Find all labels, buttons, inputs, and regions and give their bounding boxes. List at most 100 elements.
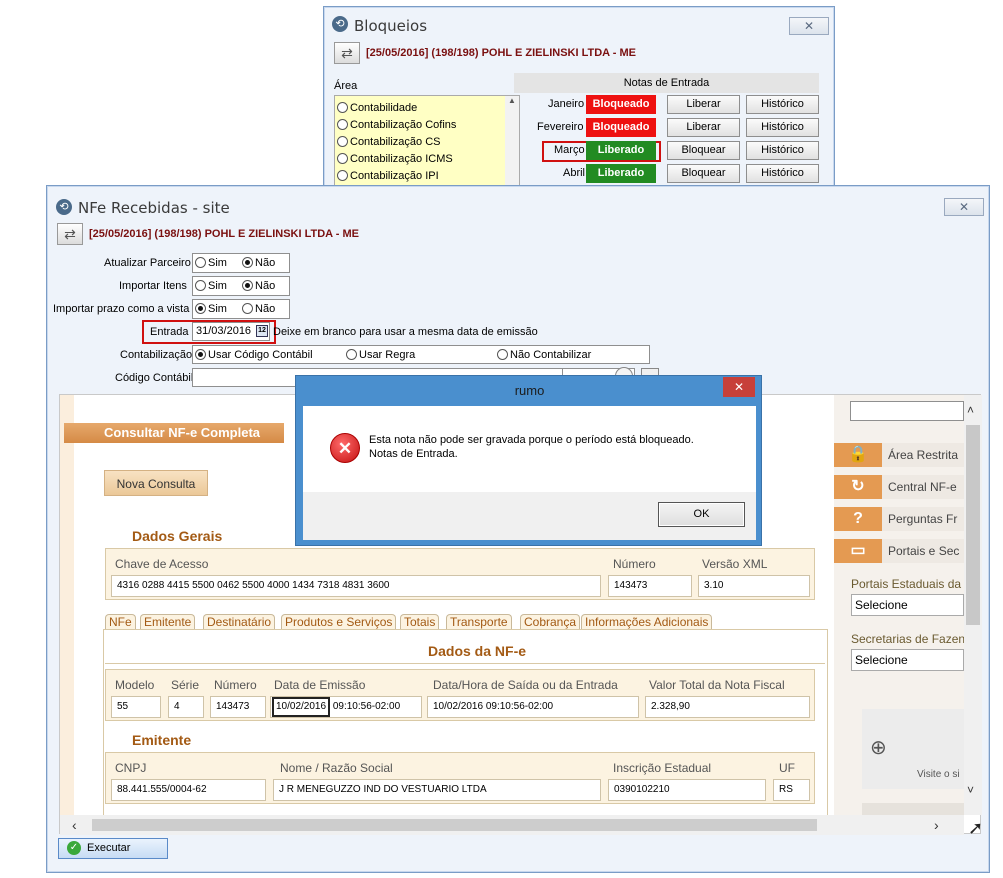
month-label-fevereiro: Fevereiro bbox=[537, 121, 584, 133]
liberar-button[interactable]: Liberar bbox=[667, 118, 740, 137]
executar-button[interactable]: ✓ Executar bbox=[58, 838, 168, 859]
nao-contabilizar-radio[interactable]: Não Contabilizar bbox=[497, 349, 591, 361]
scroll-thumb[interactable] bbox=[966, 425, 980, 625]
historico-button[interactable]: Histórico bbox=[746, 164, 819, 183]
area-item[interactable]: Contabilização Cofins bbox=[337, 117, 456, 134]
calendar-icon[interactable]: 12 bbox=[256, 325, 268, 337]
sidebar-search-input[interactable] bbox=[850, 401, 964, 421]
dialog-close-button[interactable]: ✕ bbox=[723, 377, 755, 397]
modelo-value: 55 bbox=[111, 696, 161, 718]
sim-radio[interactable]: Sim bbox=[195, 257, 227, 269]
refresh-icon: ↻ bbox=[834, 475, 882, 499]
area-list-scrollbar[interactable]: ▲ bbox=[505, 96, 519, 190]
secretarias-select[interactable]: Selecione bbox=[851, 649, 964, 671]
historico-button[interactable]: Histórico bbox=[746, 118, 819, 137]
ie-label: Inscrição Estadual bbox=[613, 761, 712, 775]
bloqueios-window: ⟲ Bloqueios ✕ ⇄ [25/05/2016] (198/198) P… bbox=[323, 6, 835, 196]
portais-select[interactable]: Selecione bbox=[851, 594, 964, 616]
valor-label: Valor Total da Nota Fiscal bbox=[649, 678, 785, 692]
check-icon: ✓ bbox=[67, 841, 81, 855]
web-horizontal-scrollbar[interactable]: ‹ › bbox=[60, 815, 964, 835]
dialog-footer: OK bbox=[303, 492, 756, 540]
tab-cobranca[interactable]: Cobrança bbox=[520, 614, 581, 630]
atualizar-parceiro-label: Atualizar Parceiro bbox=[104, 257, 191, 269]
importar-prazo-label: Importar prazo como a vista bbox=[53, 303, 190, 315]
status-badge: Bloqueado bbox=[586, 118, 656, 137]
nao-radio[interactable]: Não bbox=[242, 280, 275, 292]
bloquear-button[interactable]: Bloquear bbox=[667, 164, 740, 183]
ok-button[interactable]: OK bbox=[658, 502, 745, 527]
portais-button[interactable]: ▭ Portais e Sec bbox=[834, 539, 964, 563]
scroll-up-icon[interactable]: ˄ bbox=[967, 403, 974, 417]
serie-label: Série bbox=[171, 678, 200, 692]
status-badge: Bloqueado bbox=[586, 95, 656, 114]
entrada-label: Entrada bbox=[150, 326, 189, 338]
historico-button[interactable]: Histórico bbox=[746, 141, 819, 160]
nome-value: J R MENEGUZZO IND DO VESTUARIO LTDA bbox=[273, 779, 601, 801]
month-label-abril: Abril bbox=[563, 167, 586, 179]
swap-company-icon[interactable]: ⇄ bbox=[57, 223, 83, 245]
cnpj-label: CNPJ bbox=[115, 761, 147, 775]
usar-codigo-radio[interactable]: Usar Código Contábil bbox=[195, 349, 313, 361]
liberar-button[interactable]: Liberar bbox=[667, 95, 740, 114]
bloquear-button[interactable]: Bloquear bbox=[667, 141, 740, 160]
scroll-left-icon[interactable]: ‹ bbox=[72, 817, 77, 833]
historico-button[interactable]: Histórico bbox=[746, 95, 819, 114]
nova-consulta-button[interactable]: Nova Consulta bbox=[104, 470, 208, 496]
lock-icon: 🔒 bbox=[834, 443, 882, 467]
area-item[interactable]: Contabilidade bbox=[337, 100, 456, 117]
area-list[interactable]: Contabilidade Contabilização Cofins Cont… bbox=[334, 95, 520, 191]
atualizar-parceiro-options: Sim Não bbox=[192, 253, 290, 273]
entrada-hint: Deixe em branco para usar a mesma data d… bbox=[273, 326, 538, 338]
central-nfe-button[interactable]: ↻ Central NF-e bbox=[834, 475, 964, 499]
scroll-down-icon[interactable]: ˅ bbox=[967, 783, 974, 797]
tab-totais[interactable]: Totais bbox=[400, 614, 440, 630]
tab-destinatario[interactable]: Destinatário bbox=[203, 614, 276, 630]
cnpj-value: 88.441.555/0004-62 bbox=[111, 779, 266, 801]
perguntas-button[interactable]: ? Perguntas Fr bbox=[834, 507, 964, 531]
uf-value: RS bbox=[773, 779, 810, 801]
dados-nfe-rule bbox=[105, 663, 825, 664]
visite-text: Visite o si bbox=[917, 769, 960, 780]
chave-label: Chave de Acesso bbox=[115, 557, 209, 571]
month-label-marco: Março bbox=[554, 144, 585, 156]
area-item[interactable]: Contabilização ICMS bbox=[337, 151, 456, 168]
nao-radio[interactable]: Não bbox=[242, 303, 275, 315]
tab-transporte[interactable]: Transporte bbox=[446, 614, 512, 630]
sim-radio[interactable]: Sim bbox=[195, 303, 227, 315]
error-icon: ✕ bbox=[330, 433, 360, 463]
tab-nfe[interactable]: NFe bbox=[105, 614, 136, 630]
area-restrita-button[interactable]: 🔒 Área Restrita bbox=[834, 443, 964, 467]
numero-label: Número bbox=[613, 557, 656, 571]
nfe-title: NFe Recebidas - site bbox=[78, 199, 230, 217]
globe-icon: ⊕ bbox=[870, 737, 887, 759]
nao-radio[interactable]: Não bbox=[242, 257, 275, 269]
numero2-label: Número bbox=[214, 678, 257, 692]
ie-value: 0390102210 bbox=[608, 779, 766, 801]
emissao-label: Data de Emissão bbox=[274, 678, 366, 692]
usar-regra-radio[interactable]: Usar Regra bbox=[346, 349, 415, 361]
consultar-header: Consultar NF-e Completa bbox=[64, 423, 284, 443]
area-item[interactable]: Contabilização IPI bbox=[337, 168, 456, 185]
web-vertical-scrollbar[interactable]: ˄ ˅ bbox=[964, 395, 982, 815]
swap-company-icon[interactable]: ⇄ bbox=[334, 42, 360, 64]
nfe-close-button[interactable]: ✕ bbox=[944, 198, 984, 216]
bloqueios-close-button[interactable]: ✕ bbox=[789, 17, 829, 35]
tab-produtos[interactable]: Produtos e Serviços bbox=[281, 614, 397, 630]
tab-emitente[interactable]: Emitente bbox=[140, 614, 196, 630]
importar-itens-label: Importar Itens bbox=[119, 280, 187, 292]
notas-header: Notas de Entrada bbox=[514, 73, 819, 93]
emissao-time: 09:10:56-02:00 bbox=[332, 701, 401, 712]
emissao-value: 10/02/2016 09:10:56-02:00 bbox=[270, 696, 422, 718]
saida-label: Data/Hora de Saída ou da Entrada bbox=[433, 678, 618, 692]
visite-banner[interactable]: ⊕ Visite o si bbox=[862, 709, 964, 789]
question-icon: ? bbox=[834, 507, 882, 531]
hscroll-thumb[interactable] bbox=[92, 819, 817, 831]
window-icon: ▭ bbox=[834, 539, 882, 563]
chave-value: 4316 0288 4415 5500 0462 5500 4000 1434 … bbox=[111, 575, 601, 597]
sim-radio[interactable]: Sim bbox=[195, 280, 227, 292]
tab-informacoes[interactable]: Informações Adicionais bbox=[581, 614, 713, 630]
status-badge: Liberado bbox=[586, 164, 656, 183]
area-item[interactable]: Contabilização CS bbox=[337, 134, 456, 151]
scroll-right-icon[interactable]: › bbox=[934, 817, 939, 833]
